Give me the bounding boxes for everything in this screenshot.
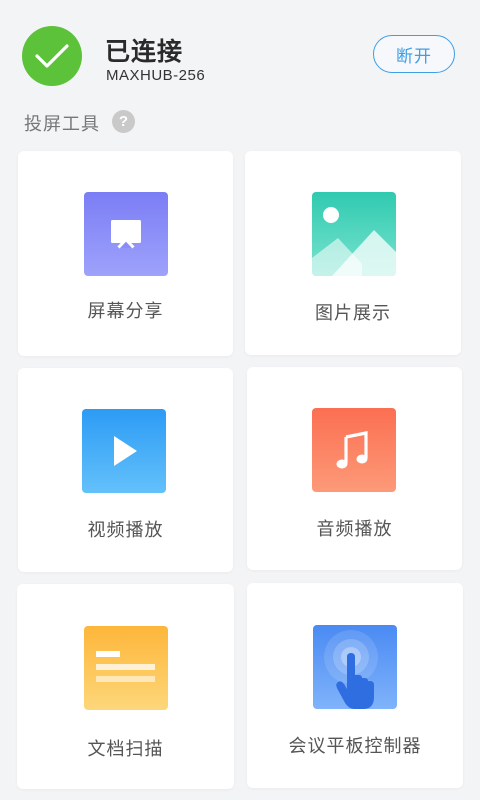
- tool-label-image-display: 图片展示: [315, 303, 391, 324]
- disconnect-button[interactable]: 断开: [373, 35, 455, 73]
- tool-card-screen-share[interactable]: 屏幕分享: [18, 151, 233, 356]
- tool-card-video-playback[interactable]: 视频播放: [18, 368, 233, 572]
- tool-card-panel-controller[interactable]: 会议平板控制器: [247, 583, 463, 788]
- section-title: 投屏工具: [24, 114, 100, 135]
- tool-label-panel-controller: 会议平板控制器: [288, 736, 422, 757]
- connected-check-icon: [22, 26, 82, 86]
- tool-label-document-scan: 文档扫描: [87, 739, 164, 760]
- app-screen: 已连接 MAXHUB-256 断开 投屏工具 ? 屏幕分享 图片展示 视频播放 …: [0, 0, 480, 800]
- music-note-icon: [312, 408, 396, 492]
- tool-card-audio-playback[interactable]: 音频播放: [247, 367, 462, 570]
- tool-label-video-playback: 视频播放: [87, 520, 164, 541]
- image-icon: [312, 192, 396, 276]
- tool-label-audio-playback: 音频播放: [316, 519, 393, 540]
- touch-hand-icon: [313, 625, 397, 709]
- tool-label-screen-share: 屏幕分享: [87, 301, 164, 322]
- document-icon: [84, 626, 168, 710]
- help-icon[interactable]: ?: [112, 110, 135, 133]
- video-play-icon: [82, 409, 166, 493]
- connection-status-title: 已连接: [105, 37, 184, 66]
- tool-card-image-display[interactable]: 图片展示: [245, 151, 461, 355]
- device-name: MAXHUB-256: [106, 67, 206, 84]
- tool-card-document-scan[interactable]: 文档扫描: [17, 584, 234, 789]
- screen-share-icon: [84, 192, 168, 276]
